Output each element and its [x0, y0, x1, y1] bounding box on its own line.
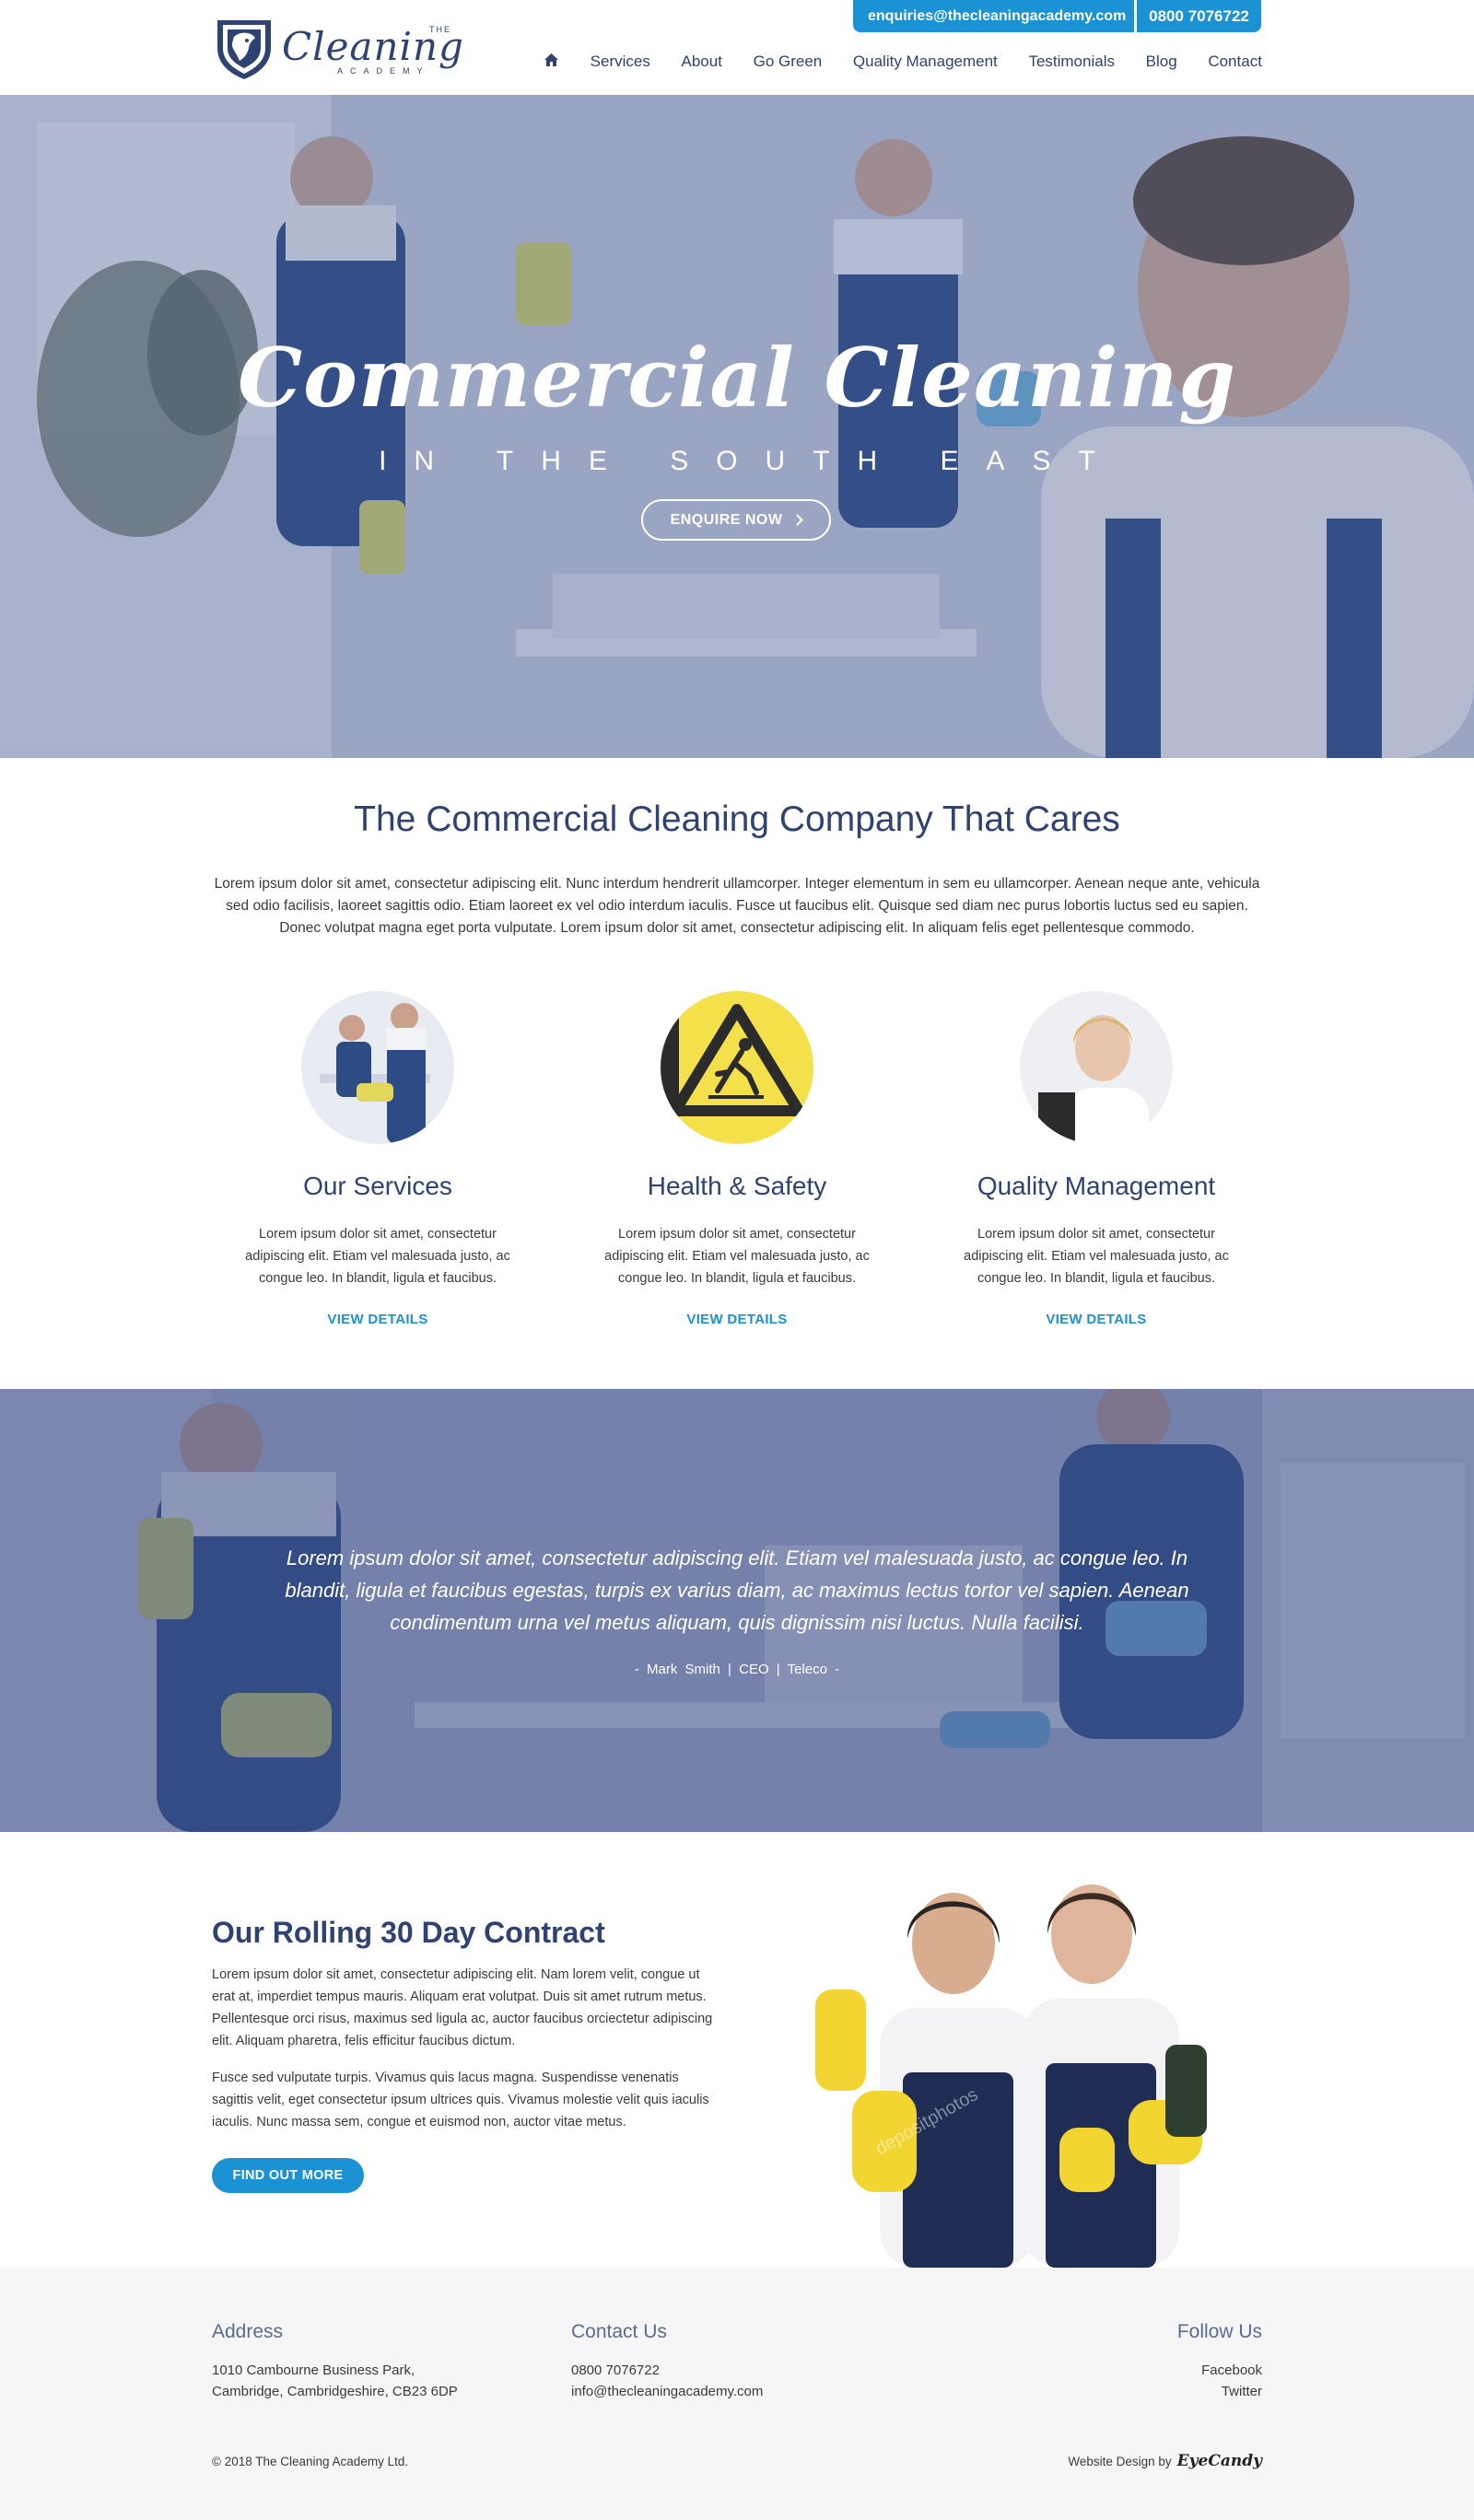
enquire-now-button[interactable]: ENQUIRE NOW — [641, 499, 831, 541]
feature-health-safety: Health & Safety Lorem ipsum dolor sit am… — [571, 991, 903, 1327]
contract-paragraph-1: Lorem ipsum dolor sit amet, consectetur … — [212, 1967, 713, 2048]
address-block: 1010 Cambourne Business Park, Cambridge,… — [212, 2360, 458, 2402]
contract-photo: depositphotos — [788, 1851, 1262, 2268]
nav-home[interactable] — [544, 52, 559, 72]
testimonial-quote: Lorem ipsum dolor sit amet, consectetur … — [285, 1546, 1189, 1634]
hero-title: Commercial Cleaning — [238, 330, 1236, 426]
feature-text: Lorem ipsum dolor sit amet, consectetur … — [245, 1227, 510, 1286]
contact-heading: Contact Us — [571, 2321, 667, 2342]
nav-services[interactable]: Services — [591, 52, 650, 71]
copyright-text: © 2018 The Cleaning Academy Ltd. — [212, 2455, 409, 2468]
services-image — [301, 991, 454, 1144]
nav-about[interactable]: About — [682, 52, 722, 71]
address-line-2: Cambridge, Cambridgeshire, CB23 6DP — [212, 2384, 458, 2399]
testimonial-band: Lorem ipsum dolor sit amet, consectetur … — [0, 1389, 1474, 1832]
nav-contact[interactable]: Contact — [1208, 52, 1262, 71]
twitter-link[interactable]: Twitter — [1201, 2381, 1262, 2402]
feature-title: Quality Management — [977, 1172, 1216, 1200]
view-details-link[interactable]: VIEW DETAILS — [571, 1312, 903, 1327]
intro-text: Lorem ipsum dolor sit amet, consectetur … — [214, 876, 1260, 936]
address-line-1: 1010 Cambourne Business Park, — [212, 2362, 415, 2378]
testimonial-citation: - Mark Smith | CEO | Teleco - — [634, 1662, 840, 1677]
contact-block: 0800 7076722 info@thecleaningacademy.com — [571, 2360, 763, 2402]
quality-management-image — [1020, 991, 1173, 1144]
site-logo[interactable]: THE Cleaning ACADEMY — [212, 15, 463, 81]
design-credit[interactable]: Website Design by EyeCandy — [1068, 2452, 1262, 2470]
nav-testimonials[interactable]: Testimonials — [1028, 52, 1115, 71]
feature-title: Health & Safety — [647, 1172, 827, 1200]
phone-link[interactable]: 0800 7076722 — [1137, 0, 1261, 32]
credit-brand: EyeCandy — [1176, 2452, 1262, 2470]
hero-banner: Commercial Cleaning IN THE SOUTH EAST EN… — [0, 95, 1474, 758]
hero-subtitle: IN THE SOUTH EAST — [379, 446, 1123, 476]
email-link[interactable]: enquiries@thecleaningacademy.com — [853, 0, 1134, 32]
follow-heading: Follow Us — [1176, 2321, 1262, 2342]
contract-paragraph-2: Fusce sed vulputate turpis. Vivamus quis… — [212, 2071, 709, 2129]
address-heading: Address — [212, 2321, 284, 2342]
footer-email-link[interactable]: info@thecleaningacademy.com — [571, 2381, 763, 2402]
enquire-now-label: ENQUIRE NOW — [670, 511, 783, 528]
site-footer: Address 1010 Cambourne Business Park, Ca… — [0, 2268, 1474, 2520]
intro-title: The Commercial Cleaning Company That Car… — [354, 799, 1120, 839]
site-header: THE Cleaning ACADEMY enquiries@thecleani… — [0, 0, 1474, 95]
top-contact-bar: enquiries@thecleaningacademy.com 0800 70… — [853, 0, 1261, 32]
view-details-link[interactable]: VIEW DETAILS — [212, 1312, 544, 1327]
wet-floor-warning-icon — [661, 991, 813, 1144]
view-details-link[interactable]: VIEW DETAILS — [930, 1312, 1262, 1327]
nav-blog[interactable]: Blog — [1146, 52, 1177, 71]
home-icon — [544, 52, 558, 66]
nav-quality-management[interactable]: Quality Management — [853, 52, 998, 71]
footer-phone-link[interactable]: 0800 7076722 — [571, 2360, 763, 2381]
contract-title: Our Rolling 30 Day Contract — [212, 1916, 605, 1949]
social-block: Facebook Twitter — [1201, 2360, 1262, 2402]
feature-text: Lorem ipsum dolor sit amet, consectetur … — [604, 1227, 870, 1286]
main-nav: Services About Go Green Quality Manageme… — [544, 51, 1262, 73]
logo-subtitle: ACADEMY — [337, 66, 430, 76]
credit-label: Website Design by — [1068, 2454, 1172, 2468]
feature-services: Our Services Lorem ipsum dolor sit amet,… — [212, 991, 544, 1327]
facebook-link[interactable]: Facebook — [1201, 2360, 1262, 2381]
nav-go-green[interactable]: Go Green — [754, 52, 823, 71]
feature-text: Lorem ipsum dolor sit amet, consectetur … — [964, 1227, 1229, 1286]
find-out-more-button[interactable]: FIND OUT MORE — [212, 2158, 364, 2193]
feature-title: Our Services — [303, 1172, 452, 1200]
logo-wordmark: Cleaning — [282, 24, 464, 69]
health-safety-image — [661, 991, 813, 1144]
feature-quality-management: Quality Management Lorem ipsum dolor sit… — [930, 991, 1262, 1327]
chevron-right-icon — [791, 514, 804, 526]
lion-shield-logo-icon — [217, 20, 271, 79]
hero-overlay — [0, 95, 1474, 758]
